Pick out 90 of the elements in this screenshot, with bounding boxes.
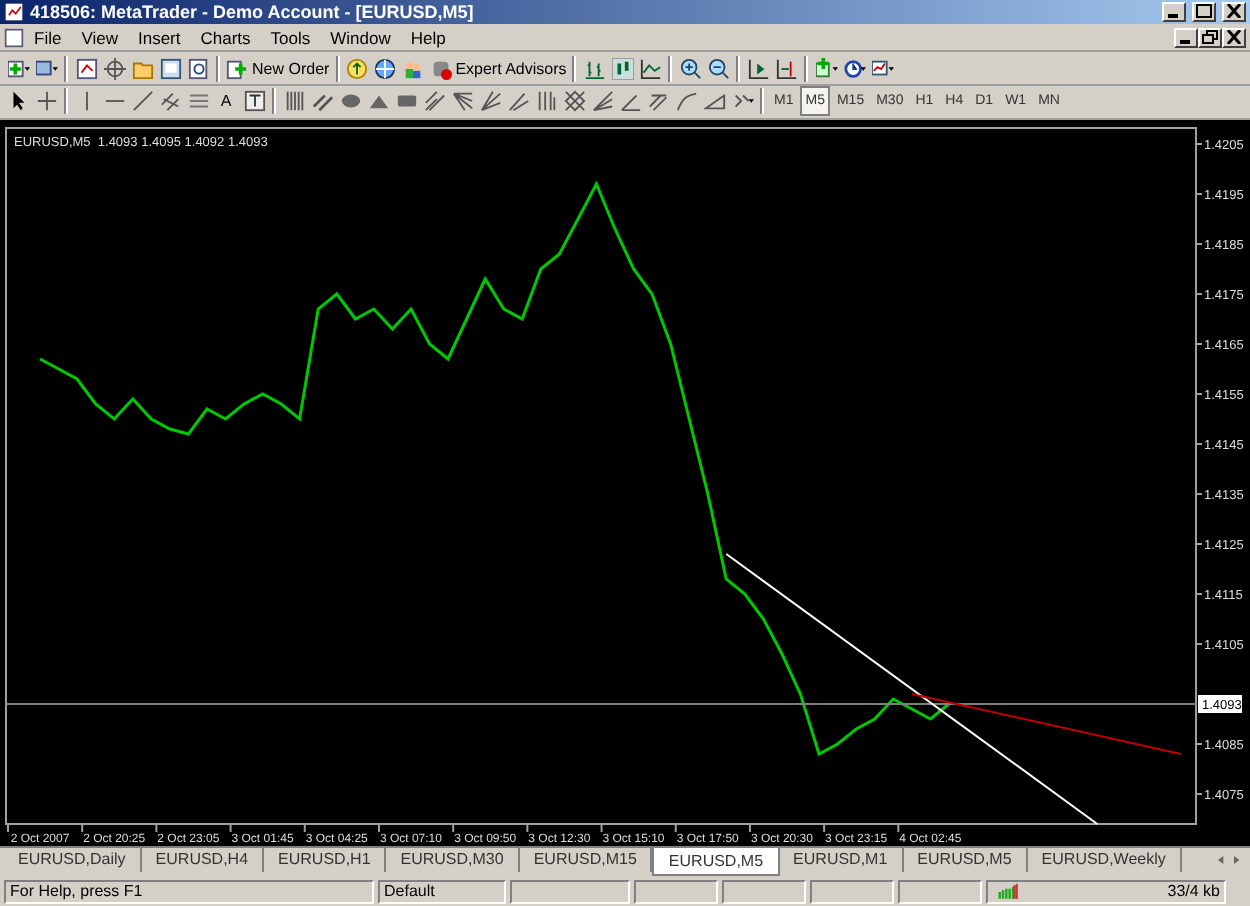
candlestick-icon: [611, 57, 634, 80]
menu-item[interactable]: Charts: [190, 27, 261, 48]
maximize-icon: [1196, 4, 1212, 19]
text-tool-button[interactable]: A: [212, 86, 240, 117]
traffic-text: 33/4 kb: [1167, 882, 1220, 901]
menu-item[interactable]: Help: [400, 27, 456, 48]
diagonal-line-icon: [131, 90, 153, 113]
slanted-lines-icon: [311, 90, 333, 113]
stacked-lines-icon: [187, 90, 209, 113]
ellipse-icon: [339, 90, 361, 113]
compass-icon: [103, 57, 125, 80]
trend-line[interactable]: [910, 692, 1182, 755]
chart-window-button[interactable]: [72, 53, 100, 84]
globe-button[interactable]: [371, 53, 400, 84]
window-title: 418506: MetaTrader - Demo Account - [EURUSD,M5]: [30, 1, 476, 22]
menu-item[interactable]: View: [71, 27, 128, 48]
menu-item[interactable]: Insert: [127, 27, 191, 48]
boxed-t-icon: [243, 90, 265, 113]
zoom-in-button[interactable]: [676, 53, 705, 84]
panel-icon: [159, 57, 181, 80]
plus-icon: [226, 57, 248, 80]
angle-icon: [619, 90, 641, 113]
checker-button[interactable]: [560, 86, 588, 117]
rectangle-icon: [395, 90, 417, 113]
up-arrow-circle-button[interactable]: [343, 53, 372, 84]
boxed-t-button[interactable]: [240, 86, 268, 117]
folder-icon: [131, 57, 153, 80]
panel-button[interactable]: [156, 53, 184, 84]
triangle-icon: [367, 90, 389, 113]
arrows-icon: [731, 90, 753, 113]
zoom-out-icon: [707, 57, 730, 80]
restore-button[interactable]: [1198, 27, 1222, 48]
minimize-button[interactable]: [1162, 1, 1186, 22]
maximize-button[interactable]: [1192, 1, 1216, 22]
line-chart-icon: [639, 57, 662, 80]
scroll-chart-icon: [747, 57, 770, 80]
new-order-button[interactable]: New Order: [224, 53, 332, 84]
compass-button[interactable]: [100, 53, 128, 84]
fan-lines-icon: [451, 90, 473, 113]
status-panel: [510, 879, 630, 904]
fan-arrows-button[interactable]: [476, 86, 504, 117]
close-icon: [1226, 30, 1242, 45]
fan-arrows-icon: [479, 90, 501, 113]
crosshair-icon: [35, 90, 57, 113]
channel-lines-button[interactable]: [420, 86, 448, 117]
expert-advisors-button[interactable]: Expert Advisors: [427, 53, 569, 84]
plus-chart-icon: [7, 57, 29, 80]
up-arrow-circle-icon: [346, 57, 369, 80]
status-profile: Default: [378, 879, 506, 904]
cycle-lines-icon: [647, 90, 669, 113]
channel-lines-icon: [423, 90, 445, 113]
angle-lines-icon: [507, 90, 529, 113]
zoom-in-icon: [679, 57, 702, 80]
close-button[interactable]: [1222, 1, 1246, 22]
parallel-lines-icon: [159, 90, 181, 113]
diagonal-line-button[interactable]: [128, 86, 156, 117]
spread-lines-button[interactable]: [588, 86, 616, 117]
template-icon: [871, 57, 894, 80]
restore-icon: [1202, 30, 1218, 45]
spread-lines-icon: [591, 90, 613, 113]
bar-chart-icon: [583, 57, 606, 80]
status-panel: [634, 879, 718, 904]
app-icon: [4, 1, 24, 22]
candlestick-button[interactable]: [608, 53, 637, 84]
curve-icon: [675, 90, 697, 113]
people-icon: [402, 57, 425, 80]
status-panel: [898, 879, 982, 904]
menu-item[interactable]: Tools: [260, 27, 321, 48]
minimize-button[interactable]: [1174, 27, 1198, 48]
close-icon: [1226, 4, 1242, 19]
grid-lines-icon: [283, 90, 305, 113]
clock-icon: [843, 57, 866, 80]
globe-icon: [374, 57, 397, 80]
status-panel: [810, 879, 894, 904]
status-help: For Help, press F1: [4, 879, 374, 904]
menu-item[interactable]: Window: [320, 27, 401, 48]
status-panel: [722, 879, 806, 904]
chart-window-icon: [75, 57, 97, 80]
connection-bars-icon: [992, 881, 1024, 902]
plus-indicator-icon: [815, 57, 838, 80]
zoom-out-button[interactable]: [704, 53, 733, 84]
vertical-bars-icon: [535, 90, 557, 113]
document-icon: [4, 27, 24, 48]
shift-chart-icon: [775, 57, 798, 80]
chart-tab[interactable]: EURUSD,M5: [652, 847, 780, 876]
triangle-outline-icon: [703, 90, 725, 113]
window-stack-icon: [35, 57, 57, 80]
checker-icon: [563, 90, 585, 113]
close-button[interactable]: [1222, 27, 1246, 48]
menu-item[interactable]: File: [24, 27, 72, 48]
